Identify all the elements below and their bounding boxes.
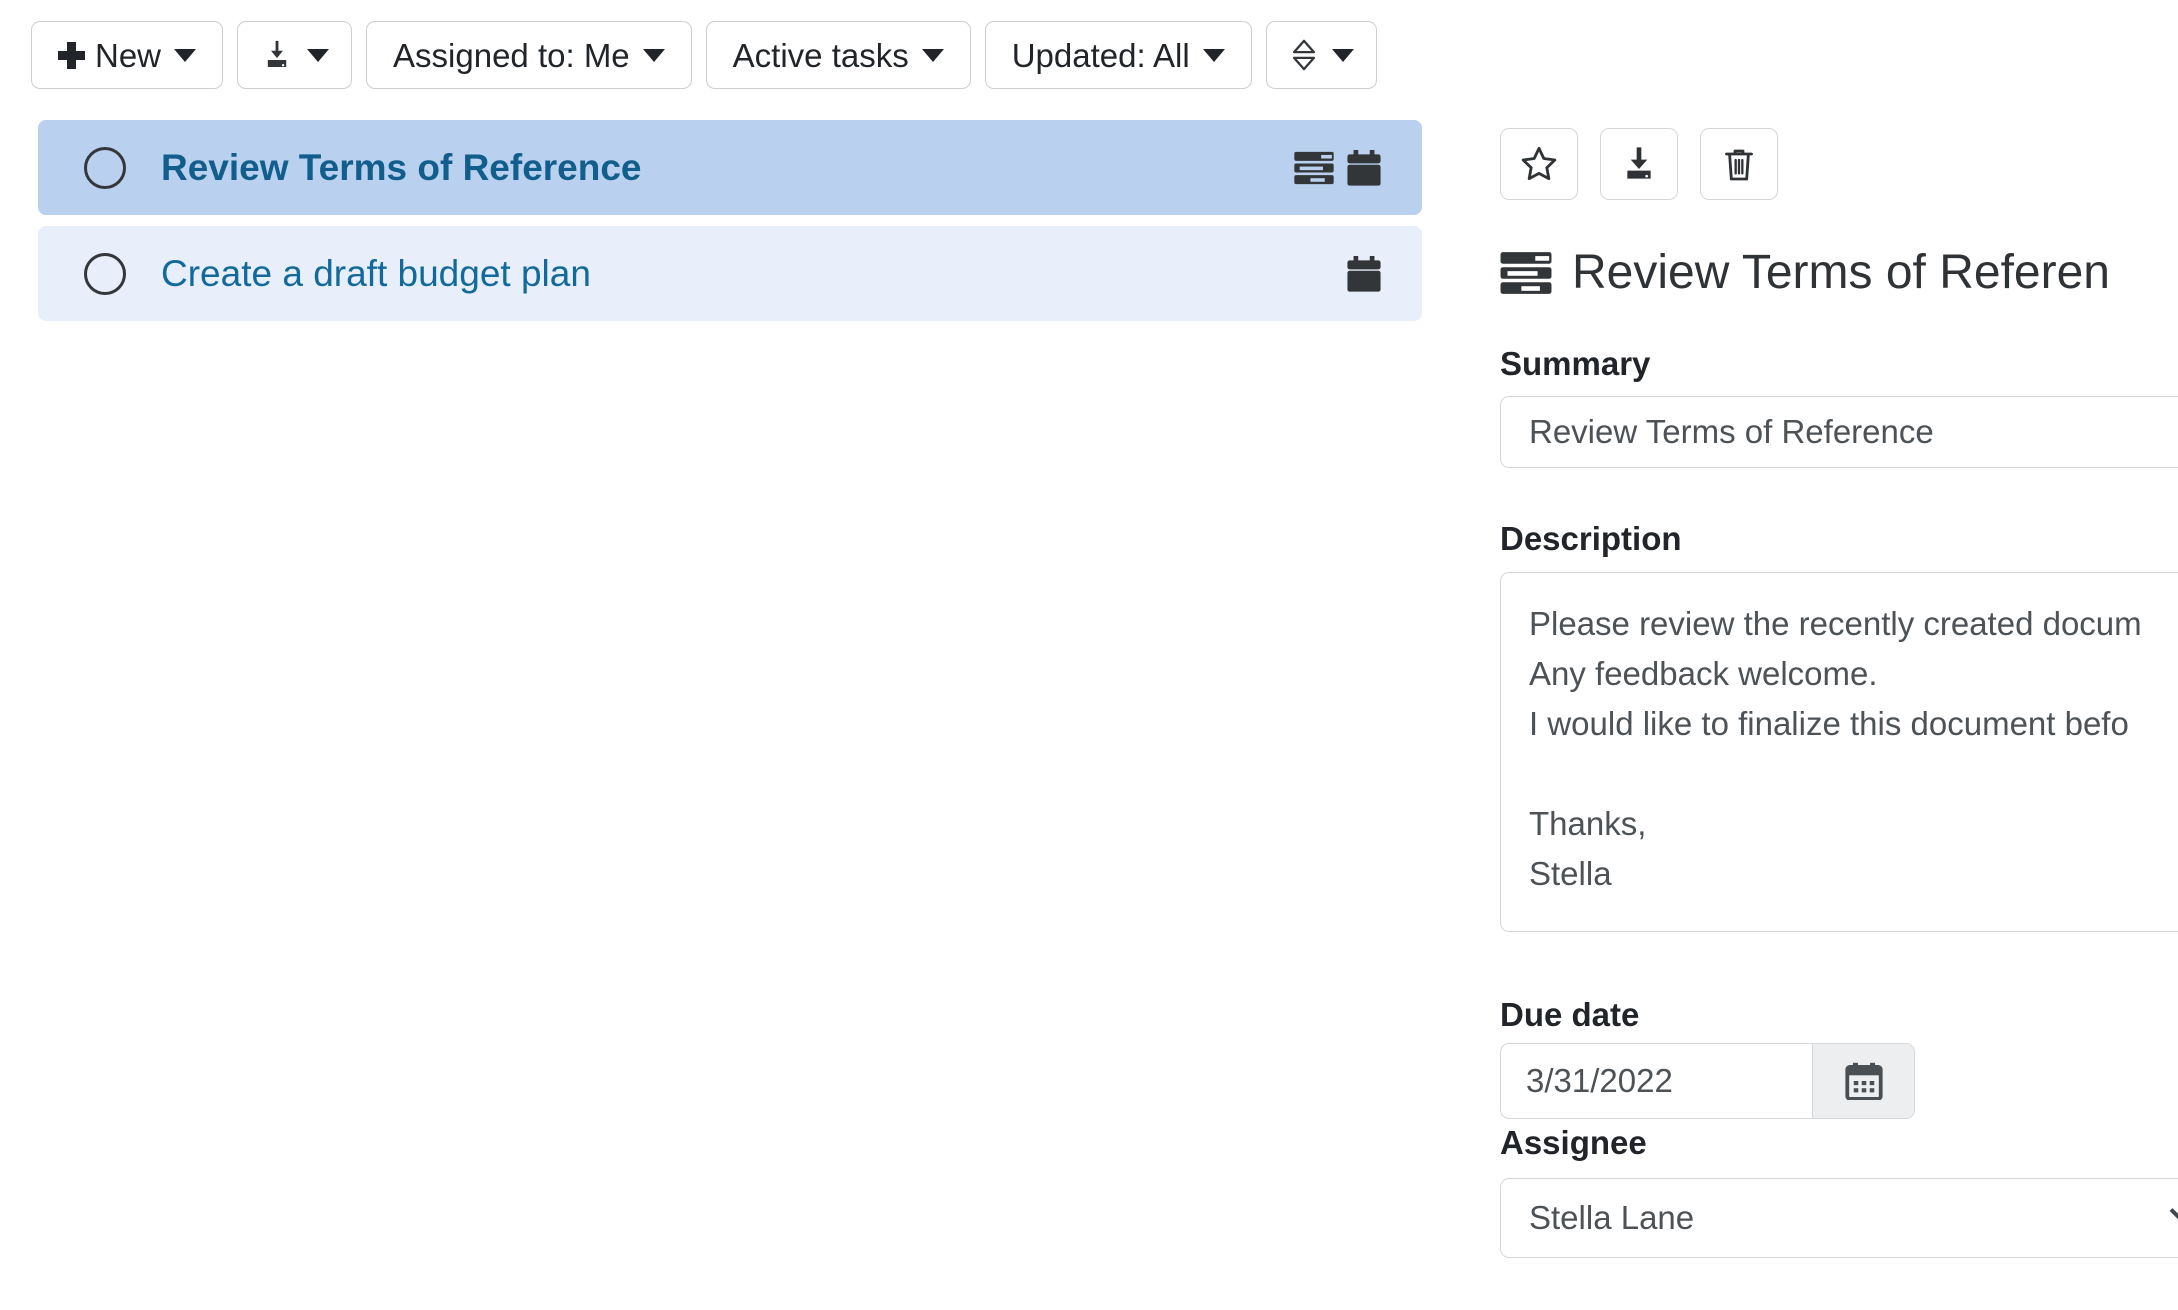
calendar-icon (1844, 1062, 1883, 1100)
chevron-down-icon (642, 48, 665, 62)
due-date-input[interactable]: 3/31/2022 (1501, 1044, 1812, 1118)
due-date-picker-button[interactable] (1812, 1044, 1914, 1118)
star-icon (1521, 146, 1557, 181)
chevron-down-icon (1331, 48, 1354, 62)
task-list: Review Terms of Reference Create a draft… (38, 120, 1422, 332)
task-detail-panel: Review Terms of Referen Summary Review T… (1500, 0, 2178, 1310)
description-textarea[interactable]: Please review the recently created docum… (1500, 572, 2178, 932)
assignee-label: Assignee (1500, 1124, 1647, 1161)
due-date-field: 3/31/2022 (1500, 1043, 1915, 1119)
sort-button[interactable] (1265, 21, 1377, 89)
top-toolbar: New Assigned to: Me Active tasks Updated… (31, 21, 1377, 89)
task-complete-toggle[interactable] (84, 252, 126, 295)
task-list-item-1[interactable]: Create a draft budget plan (38, 226, 1422, 321)
description-lines-icon (1294, 151, 1334, 184)
chevron-down-icon (1202, 48, 1225, 62)
detail-title: Review Terms of Referen (1500, 249, 2110, 297)
task-indicator-icons (1346, 255, 1382, 292)
assigned-to-filter-label: Assigned to: Me (393, 36, 630, 74)
download-icon (267, 40, 287, 68)
updated-filter-button[interactable]: Updated: All (984, 21, 1252, 89)
assigned-to-filter-button[interactable]: Assigned to: Me (366, 21, 692, 89)
chevron-down-icon (921, 48, 944, 62)
chevron-down-icon (307, 48, 330, 62)
download-icon (1627, 147, 1651, 179)
assignee-value: Stella Lane (1529, 1199, 1695, 1236)
status-filter-button[interactable]: Active tasks (705, 21, 971, 89)
assignee-select[interactable]: Stella Lane (1500, 1178, 2178, 1258)
updated-filter-label: Updated: All (1011, 36, 1190, 74)
delete-button[interactable] (1700, 128, 1778, 200)
new-task-button[interactable]: New (31, 21, 224, 89)
detail-action-bar (1500, 128, 1778, 200)
description-label: Description (1500, 520, 1682, 557)
task-manager-app: New Assigned to: Me Active tasks Updated… (0, 0, 2178, 1310)
status-filter-label: Active tasks (732, 36, 909, 74)
summary-input[interactable]: Review Terms of Reference (1500, 396, 2178, 468)
plus-icon (58, 41, 85, 69)
favorite-button[interactable] (1500, 128, 1578, 200)
summary-label: Summary (1500, 345, 1651, 382)
task-list-item-0[interactable]: Review Terms of Reference (38, 120, 1422, 215)
calendar-icon (1347, 255, 1381, 292)
task-title: Create a draft budget plan (161, 252, 591, 294)
due-date-label: Due date (1500, 996, 1640, 1033)
new-task-label: New (95, 36, 162, 74)
task-indicator-icons (1294, 149, 1382, 186)
export-button[interactable] (237, 21, 353, 89)
chevron-down-icon (174, 48, 197, 62)
trash-icon (1725, 149, 1753, 181)
description-lines-icon (1500, 252, 1552, 294)
page-title: Review Terms of Referen (1572, 246, 2110, 299)
sort-updown-icon (1292, 39, 1315, 71)
save-download-button[interactable] (1600, 128, 1678, 200)
calendar-icon (1347, 149, 1381, 186)
task-title: Review Terms of Reference (161, 146, 642, 188)
task-complete-toggle[interactable] (84, 146, 126, 189)
